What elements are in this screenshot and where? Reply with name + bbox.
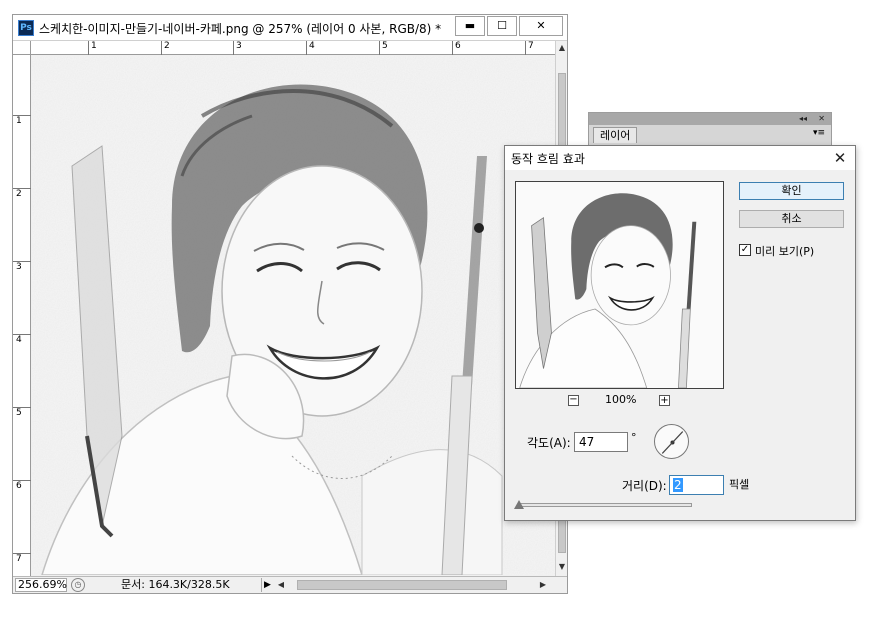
scroll-up-icon[interactable]: ▲ (556, 41, 568, 55)
dialog-title: 동작 흐림 효과 (511, 152, 585, 166)
angle-dial-icon (661, 431, 684, 454)
ruler-tick-label: 4 (306, 41, 315, 55)
panel-menu-icon[interactable]: ▾≡ (813, 128, 825, 138)
status-menu-arrow-icon[interactable]: ▶ (261, 578, 273, 592)
document-titlebar[interactable]: Ps 스케치한-이미지-만들기-네이버-카페.png @ 257% (레이어 0… (13, 15, 567, 41)
scroll-down-icon[interactable]: ▼ (556, 560, 568, 574)
distance-slider[interactable] (519, 503, 692, 507)
angle-label: 각도(A): (527, 436, 571, 450)
ruler-tick-label: 2 (13, 188, 31, 199)
zoom-in-button[interactable]: + (659, 395, 670, 406)
collapse-icon[interactable]: ◂◂ (799, 113, 807, 125)
layers-panel-header[interactable]: ◂◂ ✕ (589, 113, 831, 125)
preview-zoom-level: 100% (605, 393, 637, 406)
distance-slider-thumb[interactable] (514, 500, 524, 509)
ruler-tick-label: 1 (13, 115, 31, 126)
ok-button[interactable]: 확인 (739, 182, 844, 200)
cancel-button[interactable]: 취소 (739, 210, 844, 228)
maximize-button[interactable]: ☐ (487, 16, 517, 36)
tab-layers[interactable]: 레이어 (593, 127, 638, 143)
distance-value: 2 (673, 478, 683, 492)
scroll-left-icon[interactable]: ◀ (275, 579, 287, 591)
horizontal-scroll-thumb[interactable] (297, 580, 507, 590)
preview-image (516, 182, 723, 388)
angle-input[interactable]: 47 (574, 432, 628, 452)
distance-unit-label: 픽셀 (729, 478, 750, 491)
photoshop-icon: Ps (18, 20, 34, 36)
document-window: Ps 스케치한-이미지-만들기-네이버-카페.png @ 257% (레이어 0… (12, 14, 568, 594)
ruler-tick-label: 4 (13, 334, 31, 345)
sketch-image (32, 56, 555, 575)
angle-dial[interactable] (654, 424, 689, 459)
dialog-titlebar[interactable]: 동작 흐림 효과 ✕ (505, 146, 855, 170)
minimize-button[interactable]: ▬ (455, 16, 485, 36)
status-info-icon[interactable]: ◷ (71, 578, 85, 592)
distance-label: 거리(D): (622, 479, 667, 493)
ruler-tick-label: 6 (452, 41, 461, 55)
zoom-out-button[interactable]: − (568, 395, 579, 406)
filter-preview[interactable] (515, 181, 724, 389)
close-button[interactable]: ✕ (519, 16, 563, 36)
scroll-right-icon[interactable]: ▶ (537, 579, 549, 591)
ruler-tick-label: 7 (13, 553, 31, 564)
zoom-level-field[interactable]: 256.69% (15, 578, 67, 592)
vertical-ruler[interactable]: 1 2 3 4 5 6 7 (13, 55, 31, 576)
image-canvas[interactable] (32, 56, 555, 575)
preview-checkbox[interactable]: ✓ (739, 244, 751, 256)
panel-close-icon[interactable]: ✕ (818, 113, 825, 125)
ruler-tick-label: 3 (13, 261, 31, 272)
ruler-tick-label: 3 (233, 41, 242, 55)
preview-checkbox-label[interactable]: 미리 보기(P) (755, 243, 814, 259)
ruler-tick-label: 5 (13, 407, 31, 418)
ruler-tick-label: 5 (379, 41, 388, 55)
ruler-tick-label: 6 (13, 480, 31, 491)
ruler-tick-label: 2 (161, 41, 170, 55)
ruler-origin[interactable] (13, 41, 31, 55)
dialog-close-icon[interactable]: ✕ (831, 149, 849, 167)
distance-input[interactable]: 2 (669, 475, 724, 495)
document-size-info: 문서: 164.3K/328.5K (121, 578, 230, 591)
degree-sign: ° (631, 431, 637, 444)
ruler-tick-label: 1 (88, 41, 97, 55)
motion-blur-dialog: 동작 흐림 효과 ✕ − 100% + 확인 취소 ✓ 미리 보기(P) 각도(… (504, 145, 856, 521)
ruler-tick-label: 7 (525, 41, 534, 55)
horizontal-ruler[interactable]: 1 2 3 4 5 6 7 (31, 41, 555, 55)
document-title: 스케치한-이미지-만들기-네이버-카페.png @ 257% (레이어 0 사본… (39, 22, 442, 36)
status-bar: 256.69% ◷ 문서: 164.3K/328.5K ▶ ◀ ▶ (13, 576, 567, 593)
horizontal-scrollbar[interactable]: ◀ ▶ (275, 579, 549, 591)
